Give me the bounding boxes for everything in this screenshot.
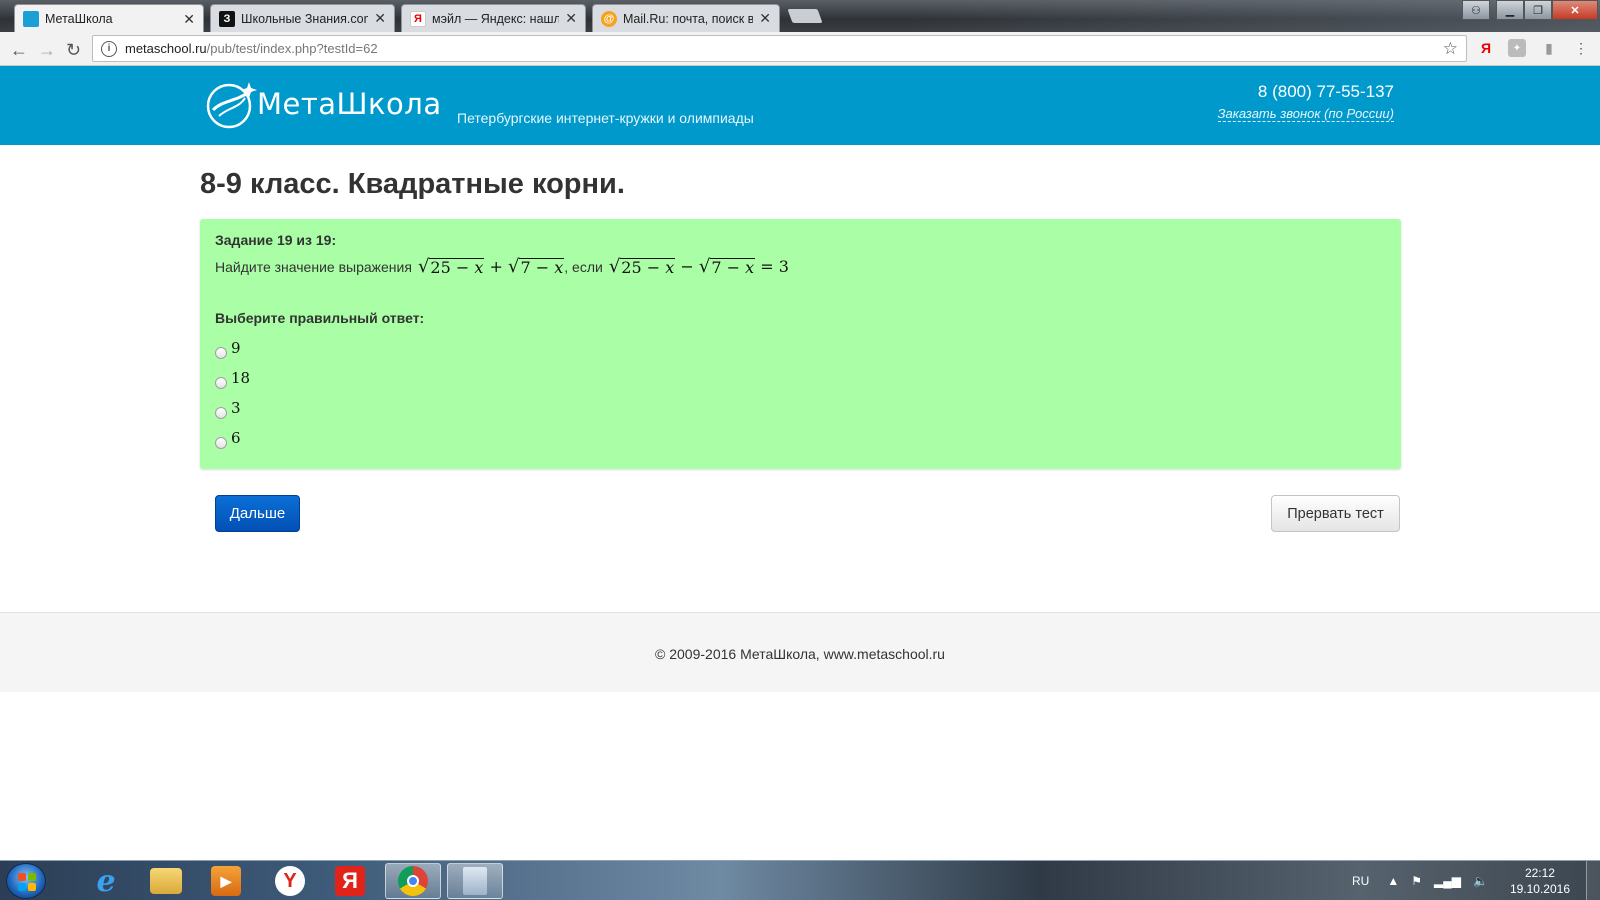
radio-button[interactable] xyxy=(215,377,227,389)
calculator-icon xyxy=(463,867,487,895)
yandex-extension-icon[interactable]: Я xyxy=(1477,39,1495,57)
site-header: МетаШкола Петербургские интернет-кружки … xyxy=(0,66,1600,145)
system-clock[interactable]: 22:12 19.10.2016 xyxy=(1510,865,1570,897)
mailru-favicon-icon: @ xyxy=(601,10,617,27)
taskbar-yandex[interactable]: Я xyxy=(322,863,378,899)
site-info-icon[interactable]: i xyxy=(101,40,117,57)
yandex-favicon-icon: Я xyxy=(410,10,426,27)
browser-tab-strip: МетаШкола ✕ З Школьные Знания.com ✕ Я мэ… xyxy=(0,0,1600,33)
folder-icon xyxy=(150,868,182,894)
next-button[interactable]: Дальше xyxy=(215,495,300,532)
answer-value: 6 xyxy=(231,429,241,447)
answer-option[interactable]: 18 xyxy=(215,365,250,395)
new-tab-button[interactable] xyxy=(787,9,823,23)
tab-znanija[interactable]: З Школьные Знания.com ✕ xyxy=(210,4,395,32)
task-panel: Задание 19 из 19: Найдите значение выраж… xyxy=(200,219,1401,469)
tab-label: МетаШкола xyxy=(45,12,113,26)
footer-copyright: © 2009-2016 МетаШкола, www.metaschool.ru xyxy=(655,646,945,662)
answer-option[interactable]: 6 xyxy=(215,425,250,455)
answer-options: 9 18 3 6 xyxy=(215,335,250,455)
browser-toolbar: ← → ↻ i metaschool.ru/pub/test/index.php… xyxy=(0,32,1600,66)
tab-mailru[interactable]: @ Mail.Ru: почта, поиск в ✕ xyxy=(592,4,780,32)
taskbar-chrome[interactable] xyxy=(385,863,441,899)
show-hidden-icons-icon[interactable]: ▲ xyxy=(1387,874,1399,888)
clock-time: 22:12 xyxy=(1524,866,1555,880)
taskbar-ie[interactable]: e xyxy=(78,863,134,899)
math-expression: √ 25 − x + √ 7 − x xyxy=(417,256,565,277)
math-condition: √ 25 − x − √ 7 − x = 3 xyxy=(608,256,789,277)
answer-value: 18 xyxy=(231,369,251,387)
site-tagline: Петербургские интернет-кружки и олимпиад… xyxy=(457,110,754,126)
tab-label: мэйл — Яндекс: нашлос xyxy=(432,11,559,26)
radio-button[interactable] xyxy=(215,347,227,359)
bookmark-star-icon[interactable]: ☆ xyxy=(1443,39,1458,59)
taskbar-calculator[interactable] xyxy=(447,863,503,899)
start-button[interactable] xyxy=(6,863,46,899)
maximize-icon[interactable]: ❐ xyxy=(1524,0,1552,20)
tab-close-icon[interactable]: ✕ xyxy=(183,11,195,28)
profile-icon[interactable]: ⚇ xyxy=(1462,0,1490,20)
logo-text: МетаШкола xyxy=(257,87,442,121)
znanija-favicon-icon: З xyxy=(219,10,235,27)
choose-answer-label: Выберите правильный ответ: xyxy=(215,310,425,326)
phone-number: 8 (800) 77-55-137 xyxy=(1257,82,1394,101)
answer-value: 9 xyxy=(231,339,241,357)
language-indicator[interactable]: RU xyxy=(1352,874,1369,888)
window-controls: ▁ ❐ ✕ xyxy=(1496,0,1598,20)
taskbar-yandex-browser[interactable]: Y xyxy=(262,863,318,899)
minimize-icon[interactable]: ▁ xyxy=(1496,0,1524,20)
callback-link[interactable]: Заказать звонок (по России) xyxy=(1217,106,1394,122)
tab-label: Mail.Ru: почта, поиск в xyxy=(623,11,754,26)
window-controls: ⚇ xyxy=(1462,0,1490,20)
tab-label: Школьные Знания.com xyxy=(241,11,369,26)
menu-icon[interactable]: ⋮ xyxy=(1572,39,1590,57)
metaschool-logo-icon xyxy=(206,82,257,129)
abort-test-button[interactable]: Прервать тест xyxy=(1271,495,1400,532)
chrome-icon xyxy=(398,866,428,896)
network-icon[interactable]: ▂▄▆ xyxy=(1434,874,1461,888)
reload-icon[interactable]: ↻ xyxy=(66,40,81,61)
site-footer: © 2009-2016 МетаШкола, www.metaschool.ru xyxy=(0,612,1600,692)
address-bar[interactable]: i metaschool.ru/pub/test/index.php?testI… xyxy=(92,35,1467,62)
internet-explorer-icon: e xyxy=(96,863,116,899)
system-tray: RU ▲ ⚑ ▂▄▆ 🔈 22:12 19.10.2016 xyxy=(1352,861,1600,900)
windows-logo-icon xyxy=(18,873,36,891)
bookmark-extension-icon[interactable]: ▮ xyxy=(1540,39,1558,57)
back-arrow-icon[interactable]: ← xyxy=(10,40,28,61)
show-desktop-button[interactable] xyxy=(1586,861,1600,900)
clock-date: 19.10.2016 xyxy=(1509,882,1570,896)
tab-yandex[interactable]: Я мэйл — Яндекс: нашлос ✕ xyxy=(401,4,586,32)
radio-button[interactable] xyxy=(215,437,227,449)
answer-option[interactable]: 3 xyxy=(215,395,250,425)
close-window-icon[interactable]: ✕ xyxy=(1552,0,1598,20)
task-question: Найдите значение выражения √ 25 − x + √ 7 … xyxy=(215,257,789,276)
vk-extension-icon[interactable]: ✦ xyxy=(1508,39,1526,57)
yandex-icon: Я xyxy=(335,866,365,896)
page-title: 8-9 класс. Квадратные корни. xyxy=(200,168,625,200)
site-logo[interactable]: МетаШкола xyxy=(205,78,442,130)
taskbar-media[interactable]: ▶ xyxy=(198,863,254,899)
media-player-icon: ▶ xyxy=(211,866,241,896)
url-host: metaschool.ru xyxy=(125,41,207,56)
yandex-browser-icon: Y xyxy=(275,866,305,896)
condition-word: , если xyxy=(564,259,603,275)
tab-close-icon[interactable]: ✕ xyxy=(374,10,386,27)
url-path: /pub/test/index.php?testId=62 xyxy=(206,41,378,56)
action-center-flag-icon[interactable]: ⚑ xyxy=(1411,874,1422,888)
metaschool-favicon-icon xyxy=(23,11,39,27)
answer-value: 3 xyxy=(231,399,241,417)
volume-icon[interactable]: 🔈 xyxy=(1473,874,1488,888)
forward-arrow-icon[interactable]: → xyxy=(38,40,56,61)
task-prompt: Найдите значение выражения xyxy=(215,259,412,275)
task-number: Задание 19 из 19: xyxy=(215,232,337,248)
windows-taskbar: e ▶ Y Я RU ▲ ⚑ ▂▄▆ 🔈 22:12 19.10.2016 xyxy=(0,860,1600,900)
answer-option[interactable]: 9 xyxy=(215,335,250,365)
radio-button[interactable] xyxy=(215,407,227,419)
taskbar-explorer[interactable] xyxy=(138,863,194,899)
tab-metaschool[interactable]: МетаШкола ✕ xyxy=(14,4,204,33)
tab-close-icon[interactable]: ✕ xyxy=(759,10,771,27)
tab-close-icon[interactable]: ✕ xyxy=(565,10,577,27)
